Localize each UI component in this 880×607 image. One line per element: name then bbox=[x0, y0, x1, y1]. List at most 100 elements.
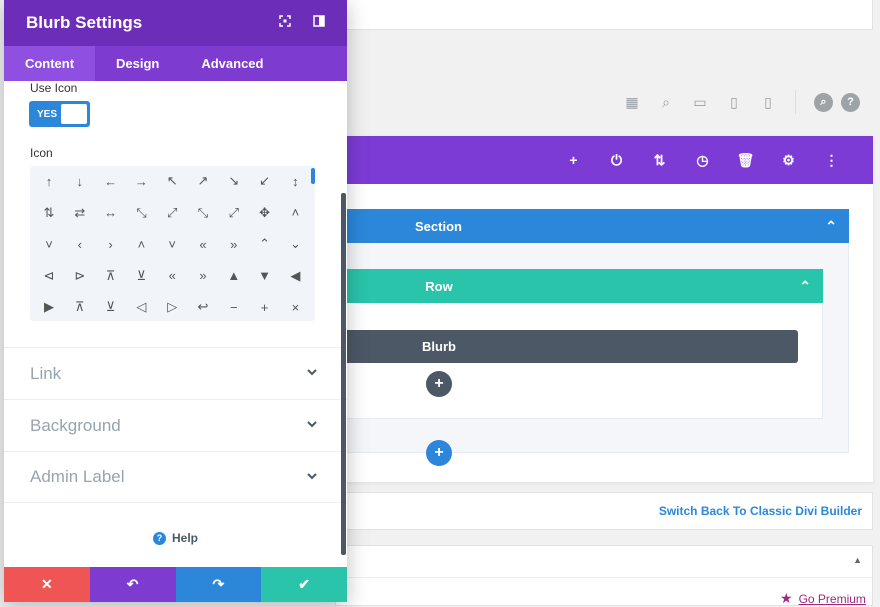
phone-icon[interactable]: ▯ bbox=[751, 94, 785, 111]
zoom-icon[interactable]: ⌕ bbox=[649, 94, 683, 111]
chevron-down-icon[interactable] bbox=[305, 365, 319, 379]
switch-builder-bar: Switch Back To Classic Divi Builder bbox=[335, 492, 873, 530]
icon-option[interactable]: ⤡ bbox=[126, 198, 156, 228]
icon-option[interactable]: » bbox=[188, 261, 218, 291]
search-icon[interactable]: ⌕ bbox=[814, 92, 833, 112]
undo-button[interactable]: ↶ bbox=[89, 567, 176, 602]
modal-tabs: Content Design Advanced bbox=[4, 46, 347, 81]
icon-option[interactable]: ⊼ bbox=[65, 292, 95, 321]
tablet-icon[interactable]: ▯ bbox=[717, 94, 751, 111]
icon-option[interactable]: ⊳ bbox=[65, 261, 95, 291]
chevron-down-icon[interactable] bbox=[305, 417, 319, 431]
icon-option[interactable]: ◀ bbox=[280, 261, 310, 291]
sort-icon[interactable]: ⇅ bbox=[638, 152, 681, 169]
use-icon-toggle[interactable]: YES bbox=[29, 101, 90, 127]
sidebar-dock-icon[interactable] bbox=[312, 15, 326, 29]
icon-option[interactable]: ↕ bbox=[280, 166, 310, 196]
help-icon[interactable]: ? bbox=[841, 92, 860, 112]
fullscreen-icon[interactable] bbox=[278, 15, 292, 29]
icon-option[interactable]: ↖ bbox=[157, 166, 187, 196]
icon-option[interactable]: » bbox=[219, 229, 249, 259]
accordion-background[interactable]: Background bbox=[4, 399, 347, 451]
desktop-icon[interactable]: ▭ bbox=[683, 94, 717, 111]
module-blurb[interactable]: Blurb bbox=[335, 330, 798, 363]
icon-option[interactable]: ◁ bbox=[126, 292, 156, 321]
icon-option[interactable]: ↔ bbox=[96, 198, 126, 228]
icon-option[interactable]: ˄ bbox=[126, 229, 156, 259]
icon-option[interactable]: ▲ bbox=[219, 261, 249, 291]
icon-option[interactable]: ↘ bbox=[219, 166, 249, 196]
add-icon[interactable]: + bbox=[552, 152, 595, 168]
tab-advanced[interactable]: Advanced bbox=[180, 46, 284, 81]
chevron-down-icon[interactable] bbox=[305, 469, 319, 483]
icon-option[interactable]: › bbox=[96, 229, 126, 259]
icon-option[interactable]: × bbox=[280, 292, 310, 321]
gear-icon[interactable]: ⚙ bbox=[767, 152, 810, 169]
redo-button[interactable]: ↷ bbox=[175, 567, 262, 602]
module-label: Blurb bbox=[422, 339, 456, 354]
icon-option[interactable]: ▼ bbox=[250, 261, 280, 291]
row-header[interactable]: Row ⌃ bbox=[335, 269, 823, 303]
icon-option[interactable]: ✥ bbox=[250, 198, 280, 228]
icon-option[interactable]: ↑ bbox=[34, 166, 64, 196]
icon-option[interactable]: ⇅ bbox=[34, 198, 64, 228]
icon-option[interactable]: ‹ bbox=[65, 229, 95, 259]
meta-card-header: ▲ bbox=[336, 546, 872, 578]
icon-option[interactable]: ⤢ bbox=[157, 198, 187, 228]
chevron-up-icon[interactable]: ⌃ bbox=[825, 218, 837, 235]
icon-option[interactable]: ⌄ bbox=[280, 229, 310, 259]
view-mode-toolbar: ▦ ⌕ ▭ ▯ ▯ ⌕ ? bbox=[615, 90, 860, 114]
icon-option[interactable]: ˄ bbox=[280, 198, 310, 228]
icon-option[interactable]: ⊻ bbox=[96, 292, 126, 321]
chevron-up-icon[interactable]: ⌃ bbox=[799, 278, 811, 295]
wireframe-icon[interactable]: ▦ bbox=[615, 94, 649, 111]
tab-design[interactable]: Design bbox=[95, 46, 180, 81]
icon-option[interactable]: ˅ bbox=[34, 229, 64, 259]
more-icon[interactable]: ⋮ bbox=[810, 152, 853, 169]
history-icon[interactable]: ◷ bbox=[681, 152, 724, 169]
discard-button[interactable]: ✕ bbox=[4, 567, 90, 602]
icon-option[interactable]: − bbox=[219, 292, 249, 321]
icon-option[interactable]: ▷ bbox=[157, 292, 187, 321]
divider bbox=[795, 90, 796, 114]
save-button[interactable]: ✔ bbox=[261, 567, 347, 602]
icon-option[interactable]: ↙ bbox=[250, 166, 280, 196]
trash-icon[interactable]: 🗑 bbox=[724, 152, 767, 169]
icon-option[interactable]: « bbox=[157, 261, 187, 291]
icon-option[interactable]: ˅ bbox=[157, 229, 187, 259]
switch-classic-link[interactable]: Switch Back To Classic Divi Builder bbox=[659, 504, 862, 518]
accordion-admin-label[interactable]: Admin Label bbox=[4, 451, 347, 503]
icon-option[interactable]: ↓ bbox=[65, 166, 95, 196]
help-link[interactable]: ? Help bbox=[4, 531, 347, 545]
accordion-link[interactable]: Link bbox=[4, 347, 347, 399]
icon-option[interactable]: ↗ bbox=[188, 166, 218, 196]
icon-option[interactable]: ↩ bbox=[188, 292, 218, 321]
add-module-button[interactable]: + bbox=[426, 371, 452, 397]
section-header[interactable]: Section ⌃ bbox=[335, 209, 849, 243]
icon-option[interactable]: « bbox=[188, 229, 218, 259]
row-label: Row bbox=[425, 278, 453, 294]
add-row-button[interactable]: + bbox=[426, 440, 452, 466]
caret-up-icon[interactable]: ▲ bbox=[853, 555, 862, 565]
icon-option[interactable]: ⊼ bbox=[96, 261, 126, 291]
star-icon: ★ bbox=[780, 590, 793, 606]
icon-option[interactable]: + bbox=[250, 292, 280, 321]
modal-scrollbar[interactable] bbox=[341, 193, 346, 555]
power-icon[interactable]: ⏻ bbox=[595, 152, 638, 169]
use-icon-label: Use Icon bbox=[30, 81, 78, 95]
accordion-admin-label-label: Admin Label bbox=[30, 467, 125, 486]
tab-content[interactable]: Content bbox=[4, 46, 95, 81]
icon-option[interactable]: ⊲ bbox=[34, 261, 64, 291]
icon-option[interactable]: ⌃ bbox=[250, 229, 280, 259]
icon-option[interactable]: ▶ bbox=[34, 292, 64, 321]
top-content-card bbox=[335, 0, 873, 30]
builder-toolbar: + ⏻ ⇅ ◷ 🗑 ⚙ ⋮ bbox=[335, 136, 873, 184]
icon-option[interactable]: ⊻ bbox=[126, 261, 156, 291]
icon-grid-scrollbar[interactable] bbox=[311, 168, 315, 184]
icon-option[interactable]: ← bbox=[96, 166, 126, 196]
go-premium-link[interactable]: Go Premium bbox=[799, 592, 866, 606]
icon-option[interactable]: ⇄ bbox=[65, 198, 95, 228]
icon-option[interactable]: ⤢ bbox=[219, 198, 249, 228]
icon-option[interactable]: → bbox=[126, 166, 156, 196]
icon-option[interactable]: ⤡ bbox=[188, 198, 218, 228]
